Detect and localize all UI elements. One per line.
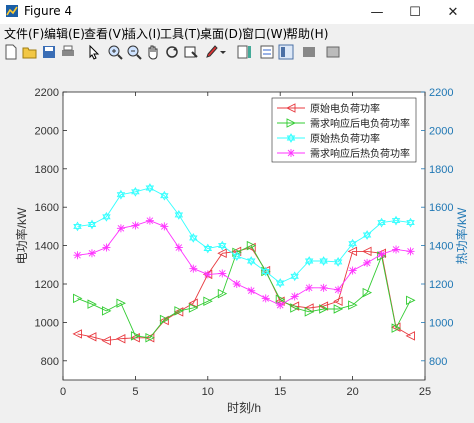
data-point (102, 243, 111, 252)
menu-window[interactable]: 窗口(W) (242, 25, 287, 42)
data-point (305, 283, 314, 292)
y-tick-label-right: 1000 (429, 317, 453, 329)
x-tick-label: 20 (346, 386, 358, 398)
x-tick-label: 0 (60, 386, 66, 398)
data-point (334, 285, 343, 294)
x-tick-label: 15 (274, 386, 286, 398)
data-point (287, 149, 295, 157)
data-point (348, 266, 357, 275)
menu-view[interactable]: 查看(V) (84, 25, 126, 42)
menu-bar: 文件(F) 编辑(E) 查看(V) 插入(I) 工具(T) 桌面(D) 窗口(W… (0, 24, 474, 42)
data-point (276, 301, 285, 310)
data-point (73, 251, 82, 260)
y-tick-label-right: 2200 (429, 87, 453, 99)
menu-edit[interactable]: 编辑(E) (44, 25, 85, 42)
maximize-button[interactable]: ☐ (396, 0, 434, 24)
legend-label: 需求响应后电负荷功率 (310, 117, 410, 130)
y-tick-label-left: 1400 (35, 241, 59, 253)
y-tick-label-left: 1200 (35, 279, 59, 291)
y-tick-label-right: 1600 (429, 202, 453, 214)
window-title: Figure 4 (24, 4, 73, 18)
x-tick-label: 25 (419, 386, 431, 398)
data-point (174, 243, 183, 252)
data-point (189, 264, 198, 273)
data-point (363, 258, 372, 267)
x-tick-label: 5 (132, 386, 138, 398)
data-point (247, 286, 256, 295)
y-tick-label-right: 800 (429, 356, 447, 368)
data-point (145, 216, 154, 225)
data-point (290, 292, 299, 301)
data-point (203, 270, 212, 279)
data-point (319, 283, 328, 292)
menu-desktop[interactable]: 桌面(D) (200, 25, 243, 42)
menu-help[interactable]: 帮助(H) (286, 25, 328, 42)
zoom-in-icon[interactable] (107, 44, 123, 60)
minimize-button[interactable]: — (358, 0, 396, 24)
pan-icon[interactable] (145, 44, 161, 60)
window-titlebar: Figure 4 — ☐ ✕ (0, 0, 474, 24)
data-point (392, 245, 401, 254)
legend-label: 需求响应后热负荷功率 (310, 147, 410, 160)
menu-insert[interactable]: 插入(I) (124, 25, 161, 42)
plot-tools-hide-icon[interactable] (278, 44, 294, 60)
brush-icon[interactable] (204, 44, 220, 60)
legend-label: 原始热负荷功率 (310, 132, 380, 145)
chart: 0 5 10 15 20 25 800 1000 1200 1400 1600 1800 2000 220… (14, 87, 469, 415)
data-point (232, 280, 241, 288)
menu-tools[interactable]: 工具(T) (160, 25, 201, 42)
zoom-out-icon[interactable] (126, 44, 142, 60)
y-tick-label-left: 2200 (35, 87, 59, 99)
y-tick-label-left: 1000 (35, 317, 59, 329)
data-cursor-icon[interactable] (183, 44, 199, 60)
x-tick-label: 10 (202, 386, 214, 398)
print-icon[interactable] (60, 44, 76, 60)
legend-label: 原始电负荷功率 (310, 102, 380, 115)
new-figure-icon[interactable] (3, 44, 19, 60)
figure-toolbar (0, 42, 474, 65)
y-tick-label-left: 2000 (35, 125, 59, 137)
legend[interactable]: 原始电负荷功率需求响应后电负荷功率原始热负荷功率需求响应后热负荷功率 (271, 97, 417, 163)
y-tick-label-right: 1200 (429, 279, 453, 291)
data-point (261, 294, 270, 303)
data-point (377, 250, 386, 259)
colorbar-icon[interactable] (236, 44, 252, 60)
y-axis-label-right: 热功率/kW (454, 207, 469, 264)
y-tick-label-left: 800 (41, 356, 59, 368)
plot-tools-show-icon[interactable] (301, 44, 317, 60)
data-point (218, 269, 227, 278)
rotate-icon[interactable] (164, 44, 180, 60)
x-axis-label: 时刻/h (227, 401, 261, 415)
save-icon[interactable] (41, 44, 57, 60)
dock-icon[interactable] (325, 44, 341, 60)
open-icon[interactable] (22, 44, 38, 60)
data-point (406, 247, 415, 256)
data-point (131, 221, 140, 230)
close-button[interactable]: ✕ (434, 0, 472, 24)
y-tick-label-right: 2000 (429, 125, 453, 137)
data-point (160, 222, 169, 231)
y-tick-label-right: 1400 (429, 241, 453, 253)
chevron-down-icon[interactable] (219, 44, 227, 60)
pointer-icon[interactable] (86, 44, 102, 60)
y-tick-label-left: 1800 (35, 164, 59, 176)
figure-canvas: 0 5 10 15 20 25 800 1000 1200 1400 1600 1800 2000 220… (0, 64, 474, 419)
legend-icon[interactable] (259, 44, 275, 60)
y-tick-label-left: 1600 (35, 202, 59, 214)
data-point (87, 249, 96, 258)
y-tick-label-right: 1800 (429, 164, 453, 176)
data-point (116, 224, 125, 233)
matlab-figure-icon (6, 5, 18, 17)
y-axis-label-left: 电功率/kW (14, 207, 29, 264)
menu-file[interactable]: 文件(F) (4, 25, 44, 42)
